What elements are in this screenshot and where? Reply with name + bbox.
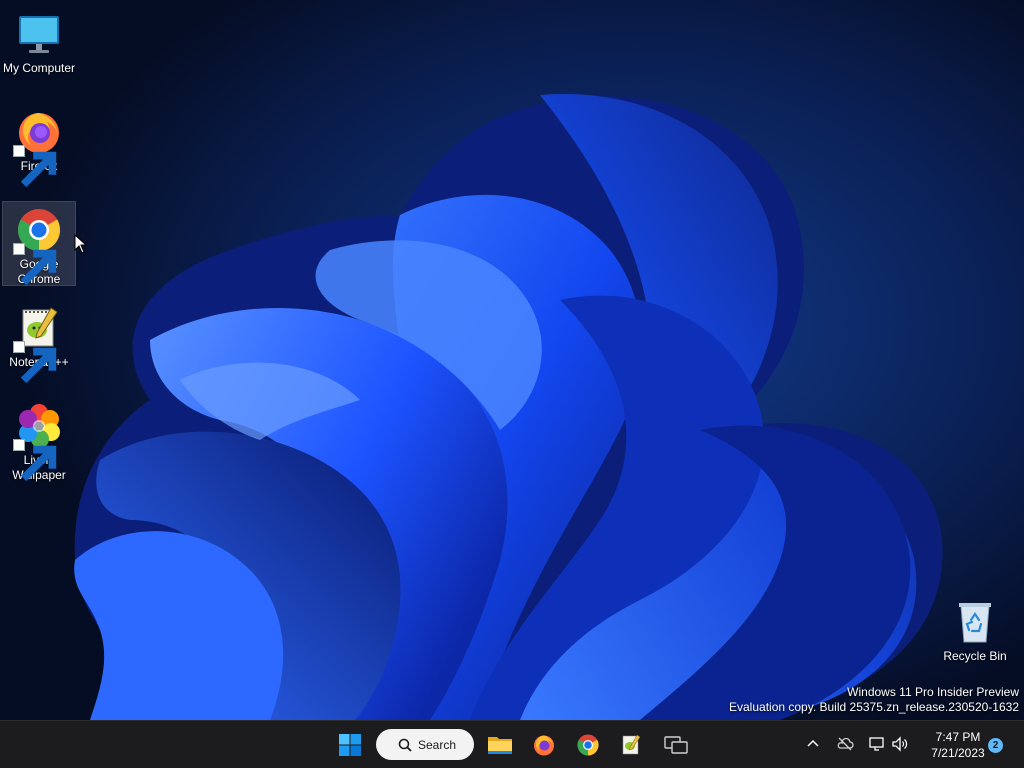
wallpaper-bloom: [0, 0, 1024, 720]
taskbar-firefox[interactable]: [528, 729, 560, 761]
taskbar-search-box[interactable]: Search: [376, 729, 474, 760]
taskbar-notepadpp[interactable]: [615, 729, 647, 761]
shortcut-arrow-icon: [13, 145, 57, 188]
watermark-edition: Windows 11 Pro Insider Preview: [847, 685, 1019, 699]
firefox-icon: [13, 108, 63, 188]
firefox-icon: [534, 735, 554, 756]
taskbar-task-view[interactable]: [660, 729, 692, 761]
taskbar-chrome[interactable]: [572, 729, 604, 761]
chrome-icon: [13, 206, 63, 286]
desktop-icon-my-computer[interactable]: My Computer: [2, 6, 76, 76]
notepadpp-icon: [622, 734, 641, 755]
start-icon: [339, 734, 361, 756]
chrome-icon: [577, 734, 599, 756]
search-label: Search: [418, 737, 457, 752]
taskbar-clock[interactable]: 7:47 PM 7/21/2023: [918, 729, 998, 761]
clock-time: 7:47 PM: [935, 730, 981, 744]
desktop-icon-label: My Computer: [2, 61, 76, 75]
start-button[interactable]: [334, 729, 366, 761]
shortcut-arrow-icon: [13, 243, 57, 286]
shortcut-arrow-icon: [13, 439, 57, 482]
desktop-icon-firefox[interactable]: Firefox: [2, 104, 76, 188]
desktop-icon-label: Recycle Bin: [943, 649, 1007, 663]
lively-wallpaper-icon: [13, 402, 63, 482]
watermark-build: Evaluation copy. Build 25375.zn_release.…: [729, 700, 1019, 714]
mouse-cursor-icon: [74, 234, 88, 254]
chevron-up-icon[interactable]: [804, 735, 822, 753]
desktop-icon-recycle-bin[interactable]: Recycle Bin: [938, 594, 1012, 664]
volume-icon[interactable]: [891, 735, 909, 753]
file-explorer-icon: [488, 737, 512, 754]
desktop-icon-google-chrome[interactable]: Google Chrome: [2, 201, 76, 286]
taskbar: Search 7:47 PM 7/21/2023 2: [0, 720, 1024, 768]
onedrive-offline-icon[interactable]: [836, 735, 854, 753]
search-icon: [398, 738, 412, 752]
monitor-icon: [15, 10, 63, 58]
notepadpp-icon: [13, 304, 63, 384]
clock-date: 7/21/2023: [931, 746, 985, 760]
desktop-icon-lively-wallpaper[interactable]: Lively Wallpaper: [2, 398, 76, 483]
recycle-bin-icon: [951, 598, 999, 646]
desktop-icon-notepadpp[interactable]: Notepad++: [2, 300, 76, 384]
shortcut-arrow-icon: [13, 341, 57, 384]
os-watermark: Windows 11 Pro Insider Preview Evaluatio…: [729, 685, 1019, 715]
network-icon[interactable]: [868, 735, 886, 753]
task-view-icon: [664, 736, 688, 754]
taskbar-file-explorer[interactable]: [484, 729, 516, 761]
desktop[interactable]: My Computer Firefox Google Chrome Notepa…: [0, 0, 1024, 720]
notification-badge[interactable]: 2: [988, 738, 1003, 753]
